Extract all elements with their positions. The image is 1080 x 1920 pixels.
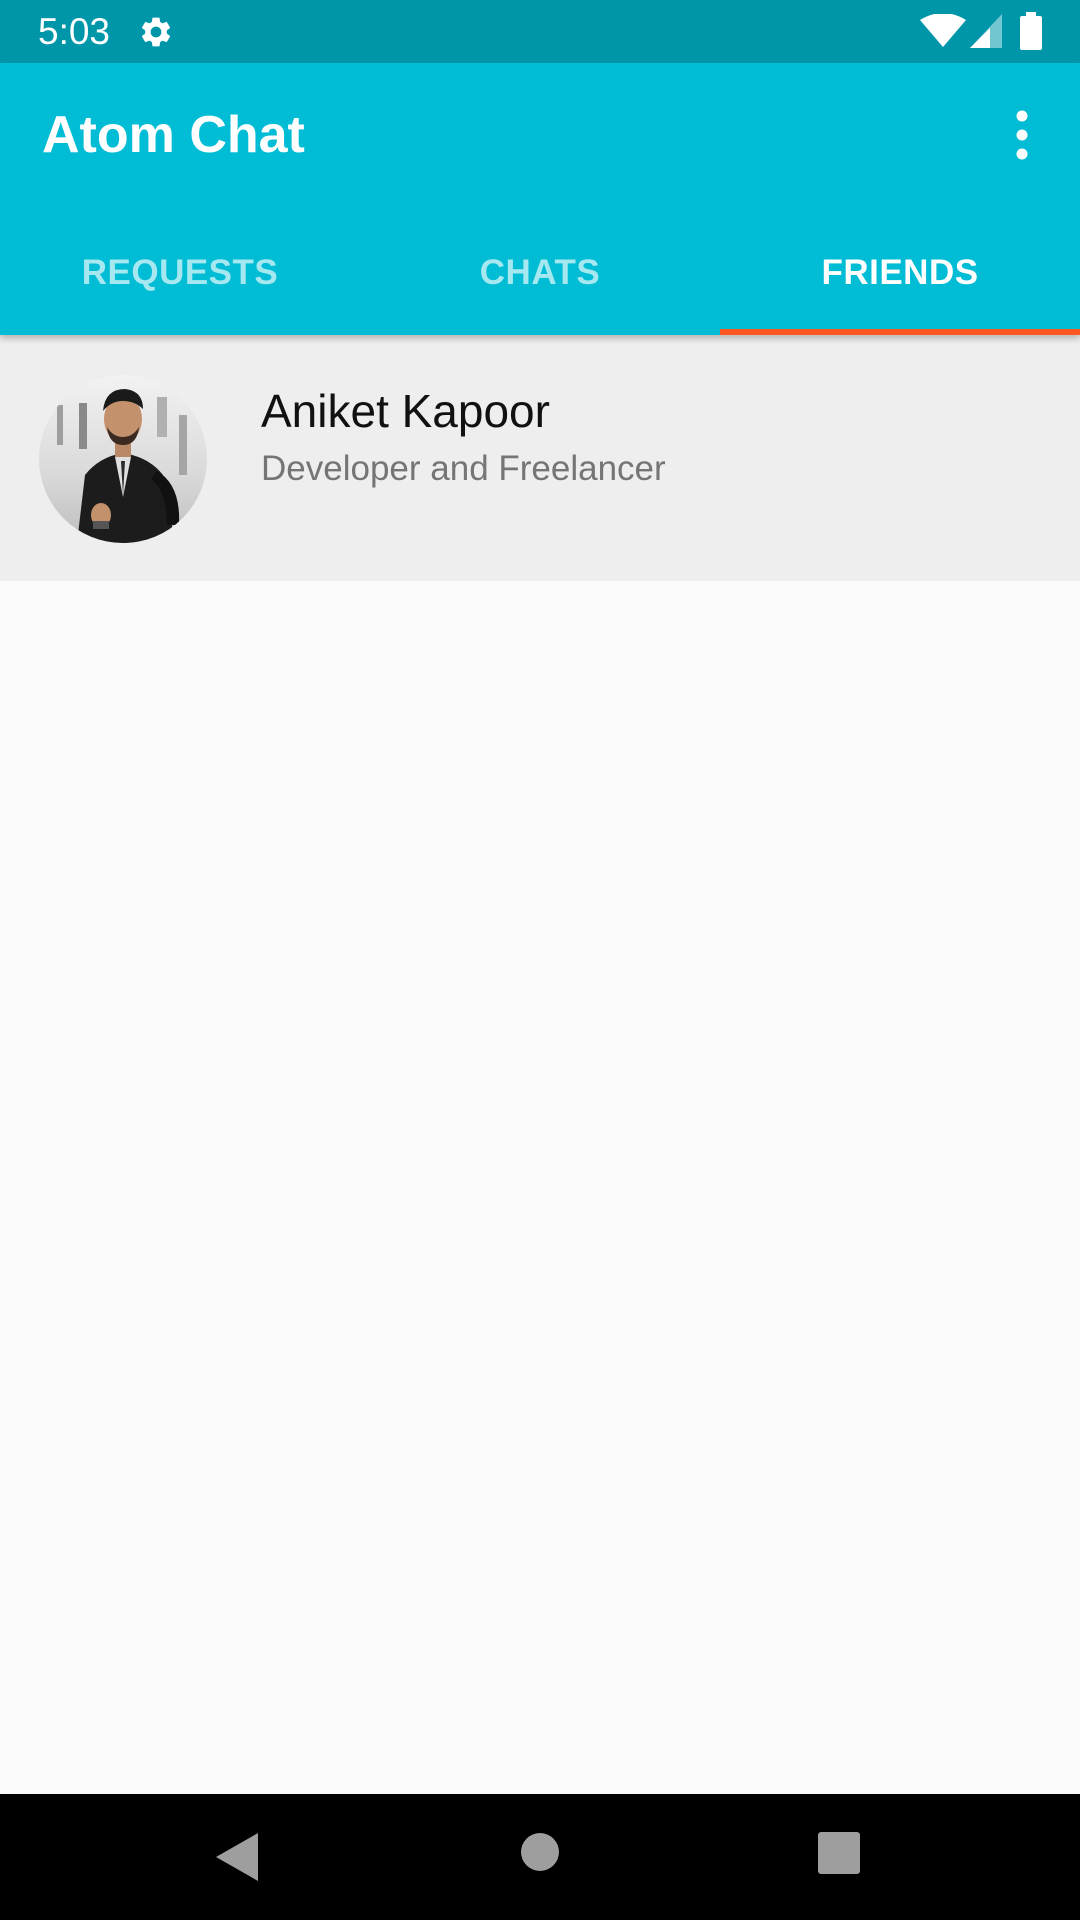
tab-label: REQUESTS <box>81 253 279 292</box>
status-time: 5:03 <box>38 11 111 52</box>
back-icon[interactable] <box>212 1831 262 1883</box>
friend-name: Aniket Kapoor <box>261 385 550 437</box>
tab-label: FRIENDS <box>821 253 979 292</box>
tab-label: CHATS <box>479 253 601 292</box>
app-bar: Atom Chat REQUESTS CHATS FRIENDS <box>0 63 1080 335</box>
friends-list: Aniket Kapoor Developer and Freelancer <box>0 335 1080 581</box>
home-icon[interactable] <box>520 1832 560 1872</box>
profile-photo <box>39 375 207 543</box>
navigation-bar <box>0 1794 1080 1920</box>
recents-icon[interactable] <box>816 1830 862 1876</box>
screen: 5:03 Atom Chat REQUESTS CHATS FRIENDS An… <box>0 0 1080 1920</box>
tab-requests[interactable]: REQUESTS <box>0 211 360 335</box>
tab-bar: REQUESTS CHATS FRIENDS <box>0 211 1080 335</box>
gear-icon <box>141 17 171 47</box>
battery-icon <box>1020 12 1042 50</box>
signal-icon <box>970 14 1002 48</box>
tab-friends[interactable]: FRIENDS <box>720 211 1080 335</box>
status-bar: 5:03 <box>0 0 1080 63</box>
avatar[interactable] <box>39 375 207 543</box>
app-title: Atom Chat <box>42 106 305 164</box>
tab-indicator <box>720 329 1080 335</box>
more-vert-icon[interactable] <box>1002 109 1042 161</box>
friend-status: Developer and Freelancer <box>261 449 666 488</box>
wifi-icon <box>920 14 966 47</box>
tab-chats[interactable]: CHATS <box>360 211 720 335</box>
list-item[interactable]: Aniket Kapoor Developer and Freelancer <box>0 335 1080 581</box>
